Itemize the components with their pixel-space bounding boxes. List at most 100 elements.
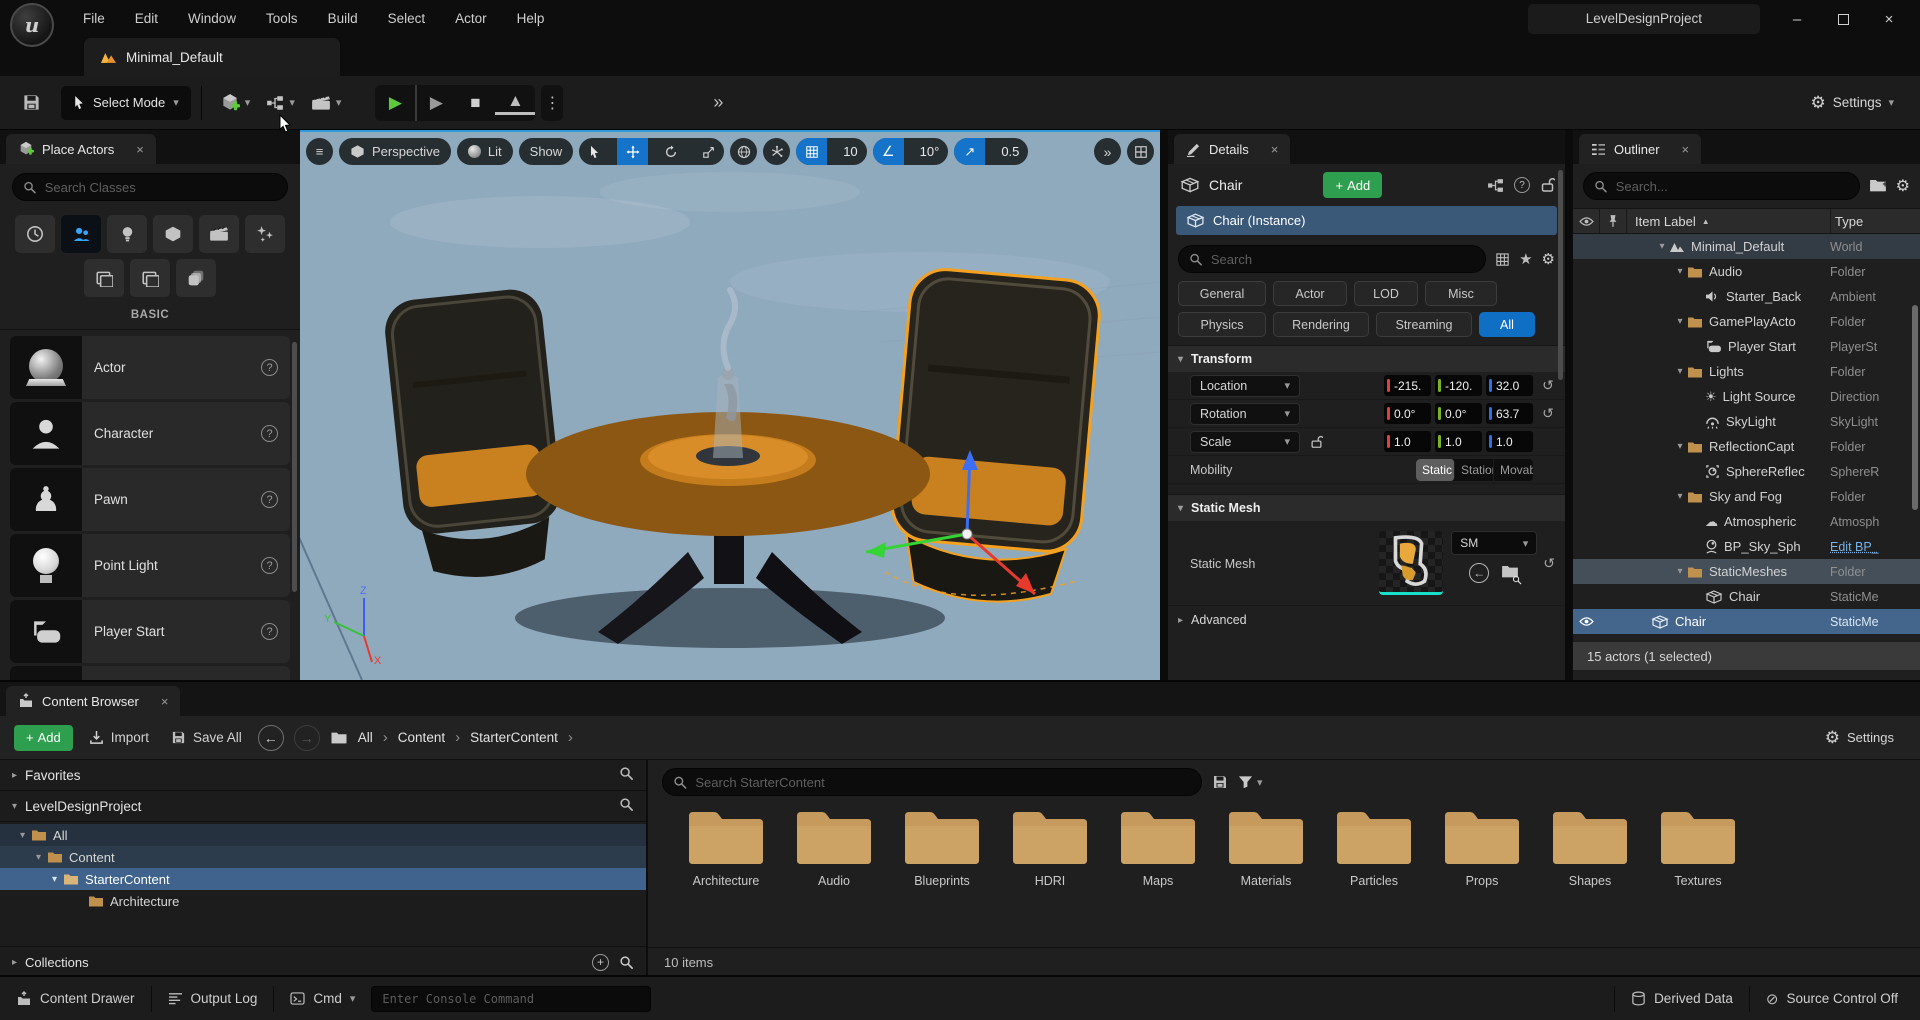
surface-snapping-button[interactable]	[763, 138, 790, 165]
breadcrumb-startercontent[interactable]: StarterContent	[470, 730, 558, 745]
category-recent-button[interactable]	[15, 215, 55, 253]
search-icon[interactable]	[619, 766, 634, 784]
scale-x-field[interactable]: 1.0	[1384, 431, 1431, 452]
camera-speed-value[interactable]: 0.5	[992, 144, 1028, 159]
menu-window[interactable]: Window	[173, 0, 251, 38]
show-flags-button[interactable]: Show	[519, 138, 574, 165]
category-basic-button[interactable]	[61, 215, 101, 253]
project-section[interactable]: ▾ LevelDesignProject	[0, 791, 646, 822]
list-item-actor[interactable]: Actor?	[10, 336, 290, 399]
save-search-icon[interactable]	[1212, 774, 1228, 790]
tree-row-startercontent[interactable]: ▾StarterContent	[0, 868, 646, 890]
outliner-row-chair-2-selected[interactable]: ChairStaticMe	[1573, 609, 1920, 634]
cb-add-button[interactable]: + Add	[14, 725, 73, 751]
rotation-snap-control[interactable]: ∠ 10°	[873, 138, 949, 165]
asset-search-input[interactable]	[695, 775, 1191, 790]
use-selected-asset-icon[interactable]: ←	[1469, 563, 1489, 583]
view-mode-button[interactable]: Lit	[457, 138, 513, 165]
eject-button[interactable]: ▲	[495, 91, 535, 115]
filter-dropdown[interactable]: ▾	[1238, 775, 1263, 789]
import-button[interactable]: Import	[83, 730, 155, 745]
list-item-character[interactable]: Character?	[10, 402, 290, 465]
reset-mesh-button[interactable]: ↺	[1543, 555, 1555, 572]
filter-lod[interactable]: LOD	[1354, 281, 1418, 306]
filter-misc[interactable]: Misc	[1425, 281, 1497, 306]
output-log-button[interactable]: Output Log	[152, 977, 274, 1020]
static-mesh-thumbnail[interactable]	[1379, 531, 1443, 595]
outliner-search-input[interactable]	[1616, 179, 1849, 194]
play-button[interactable]: ▶	[375, 85, 415, 121]
category-volumes-button[interactable]	[130, 259, 170, 297]
folder-particles[interactable]: Particles	[1324, 808, 1424, 947]
advanced-section-header[interactable]: ▸ Advanced	[1168, 606, 1565, 634]
folder-shapes[interactable]: Shapes	[1540, 808, 1640, 947]
folder-props[interactable]: Props	[1432, 808, 1532, 947]
maximize-viewport-button[interactable]	[1127, 138, 1154, 165]
outliner-row-world[interactable]: ▾Minimal_DefaultWorld	[1573, 234, 1920, 259]
outliner-scrollbar[interactable]	[1912, 305, 1918, 510]
display-filter-icon[interactable]	[1495, 252, 1510, 267]
close-icon[interactable]: ×	[136, 142, 144, 157]
derived-data-button[interactable]: Derived Data	[1615, 977, 1749, 1020]
outliner-row-staticmeshes-folder[interactable]: ▾StaticMeshesFolder	[1573, 559, 1920, 584]
scale-lock-icon[interactable]	[1310, 435, 1323, 449]
mobility-stationary-option[interactable]: Stationary	[1455, 459, 1494, 481]
breadcrumb-all[interactable]: All	[358, 730, 373, 745]
grid-snap-value[interactable]: 10	[834, 144, 866, 159]
details-scrollbar[interactable]	[1558, 170, 1563, 380]
location-x-field[interactable]: -215.	[1384, 375, 1431, 396]
viewport-overflow-button[interactable]: »	[1094, 138, 1121, 165]
outliner-row-gameplay-folder[interactable]: ▾GamePlayActoFolder	[1573, 309, 1920, 334]
tree-row-content[interactable]: ▾Content	[0, 846, 646, 868]
location-dropdown[interactable]: Location▾	[1190, 375, 1300, 397]
blueprints-button[interactable]: ▾	[258, 85, 303, 121]
eye-icon[interactable]	[1573, 609, 1600, 634]
gear-icon[interactable]: ⚙	[1896, 176, 1910, 196]
camera-speed-icon[interactable]: ↗	[954, 138, 985, 165]
mesh-asset-dropdown[interactable]: SM▾	[1451, 531, 1537, 555]
static-mesh-section-header[interactable]: ▾ Static Mesh	[1168, 494, 1565, 521]
create-folder-icon[interactable]: +	[1869, 177, 1887, 196]
close-icon[interactable]: ×	[1271, 142, 1279, 157]
outliner-row-starter-back[interactable]: Starter_BackAmbient	[1573, 284, 1920, 309]
rotate-tool-button[interactable]	[655, 138, 686, 165]
scale-tool-button[interactable]	[693, 138, 724, 165]
menu-select[interactable]: Select	[373, 0, 441, 38]
filter-physics[interactable]: Physics	[1178, 312, 1266, 337]
source-control-button[interactable]: ⊘ Source Control Off	[1750, 977, 1914, 1020]
rotation-x-field[interactable]: 0.0°	[1384, 403, 1431, 424]
location-z-field[interactable]: 32.0	[1486, 375, 1533, 396]
content-drawer-button[interactable]: Content Drawer	[0, 977, 151, 1020]
category-all-classes-button[interactable]	[176, 259, 216, 297]
move-tool-button[interactable]	[617, 138, 648, 165]
visibility-column-icon[interactable]	[1573, 209, 1600, 233]
outliner-row-skylight[interactable]: SkyLightSkyLight	[1573, 409, 1920, 434]
outliner-row-lights-folder[interactable]: ▾LightsFolder	[1573, 359, 1920, 384]
filter-general[interactable]: General	[1178, 281, 1266, 306]
mobility-movable-option[interactable]: Movable	[1494, 459, 1533, 481]
filter-rendering[interactable]: Rendering	[1273, 312, 1369, 337]
tree-row-all[interactable]: ▾All	[0, 824, 646, 846]
pin-column-icon[interactable]	[1600, 209, 1627, 233]
outliner-row-atmospheric[interactable]: ☁AtmosphericAtmosph	[1573, 509, 1920, 534]
help-icon[interactable]: ?	[1514, 177, 1530, 193]
camera-speed-control[interactable]: ↗ 0.5	[954, 138, 1028, 165]
help-icon[interactable]: ?	[261, 491, 278, 508]
level-viewport[interactable]: ≡ Perspective Lit Show	[300, 130, 1160, 680]
tree-row-architecture[interactable]: Architecture	[0, 890, 646, 912]
breadcrumb-content[interactable]: Content	[398, 730, 445, 745]
panel-splitter[interactable]	[1565, 130, 1573, 680]
rotation-snap-value[interactable]: 10°	[911, 144, 949, 159]
list-item-player-start[interactable]: Player Start?	[10, 600, 290, 663]
tab-details[interactable]: Details ×	[1174, 134, 1290, 164]
viewport-menu-button[interactable]: ≡	[306, 138, 333, 165]
filter-actor[interactable]: Actor	[1273, 281, 1347, 306]
item-label-column-header[interactable]: Item Label ▲	[1627, 214, 1830, 229]
cinematics-button[interactable]: ▾	[303, 85, 350, 121]
tab-minimal-default[interactable]: Minimal_Default	[84, 38, 340, 76]
tab-content-browser[interactable]: Content Browser ×	[6, 686, 180, 716]
outliner-row-sphere-reflection[interactable]: SphereReflecSphereR	[1573, 459, 1920, 484]
add-collection-icon[interactable]: +	[592, 954, 609, 971]
filter-all[interactable]: All	[1479, 312, 1535, 337]
category-shapes-button[interactable]	[153, 215, 193, 253]
